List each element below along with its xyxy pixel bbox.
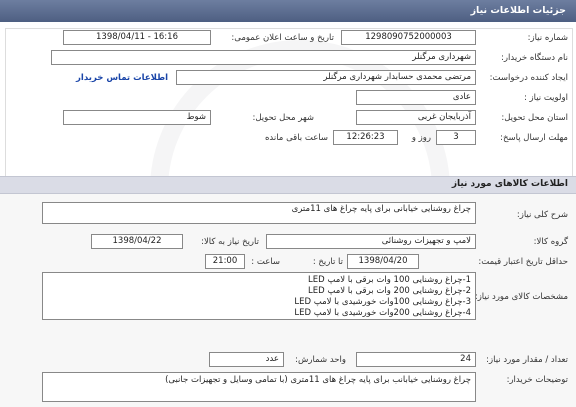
goods-section-title: اطلاعات کالاهای مورد نیاز [451, 179, 568, 189]
specs-line: 1-چراغ روشنایی 100 وات برقی با لامپ LED [308, 275, 471, 285]
unit-field[interactable]: عدد [209, 352, 284, 367]
unit-label: واحد شمارش: [295, 355, 346, 365]
group-field[interactable]: لامپ و تجهیزات روشنائی [266, 234, 476, 249]
validity-time-field[interactable]: 21:00 [205, 254, 245, 269]
page-header: جزئیات اطلاعات نیاز [0, 0, 576, 22]
quantity-label: تعداد / مقدار مورد نیاز: [486, 355, 568, 365]
specs-label: مشخصات کالای مورد نیاز: [474, 292, 568, 302]
need-date-field[interactable]: 1398/04/22 [91, 234, 183, 249]
notes-field[interactable]: چراغ روشنایی خیابانب برای پایه چراغ های … [42, 372, 476, 402]
creator-label: ایجاد کننده درخواست: [489, 73, 568, 83]
quantity-field[interactable]: 24 [356, 352, 476, 367]
priority-field[interactable]: عادی [356, 90, 476, 105]
deadline-days-field[interactable]: 3 [436, 130, 476, 145]
validity-date-field[interactable]: 1398/04/20 [347, 254, 419, 269]
summary-field[interactable]: چراغ روشنایی خیابانی برای پایه چراغ های … [42, 202, 476, 224]
buyer-label: نام دستگاه خریدار: [501, 53, 568, 63]
deadline-label: مهلت ارسال پاسخ: [500, 133, 568, 143]
need-number-field[interactable]: 1298090752000003 [341, 30, 476, 45]
summary-label: شرح کلی نیاز: [516, 210, 568, 220]
announce-date-field[interactable]: 1398/04/11 - 16:16 [63, 30, 211, 45]
announce-date-label: تاریخ و ساعت اعلان عمومی: [231, 33, 334, 43]
page-title: جزئیات اطلاعات نیاز [470, 5, 566, 16]
validity-to-date-label: تا تاریخ : [312, 257, 343, 267]
buyer-field[interactable]: شهرداری مرگنلر [51, 50, 476, 65]
deadline-time-field[interactable]: 12:26:23 [333, 130, 398, 145]
need-date-label: تاریخ نیاز به کالا: [201, 237, 259, 247]
validity-time-label: ساعت : [251, 257, 280, 267]
validity-label: حداقل تاریخ اعتبار قیمت: [478, 257, 568, 267]
creator-field[interactable]: مرتضی محمدی حسابدار شهرداری مرگنلر [176, 70, 476, 85]
group-label: گروه کالا: [533, 237, 568, 247]
goods-section-header: اطلاعات کالاهای مورد نیاز [0, 176, 576, 194]
deadline-remaining-text: ساعت باقی مانده [264, 133, 328, 143]
specs-line: 4-چراغ روشنایی 200وات خورشیدی با لامپ LE… [294, 308, 471, 318]
specs-line: 3-چراغ روشنایی 100وات خورشیدی با لامپ LE… [294, 297, 471, 307]
province-field[interactable]: آذربایجان غربی [356, 110, 476, 125]
priority-label: اولویت نیاز : [523, 93, 568, 103]
buyer-contact-link[interactable]: اطلاعات تماس خریدار [76, 73, 168, 83]
notes-label: توضیحات خریدار: [506, 375, 568, 385]
province-label: استان محل تحویل: [501, 113, 568, 123]
specs-line: 2-چراغ روشنایی 200 وات برقی با لامپ LED [308, 286, 471, 296]
need-number-label: شماره نیاز: [527, 33, 568, 43]
specs-field[interactable]: 1-چراغ روشنایی 100 وات برقی با لامپ LED … [42, 272, 476, 320]
city-field[interactable]: شوط [63, 110, 211, 125]
city-label: شهر محل تحویل: [252, 113, 314, 123]
deadline-days-unit: روز و [411, 133, 431, 143]
